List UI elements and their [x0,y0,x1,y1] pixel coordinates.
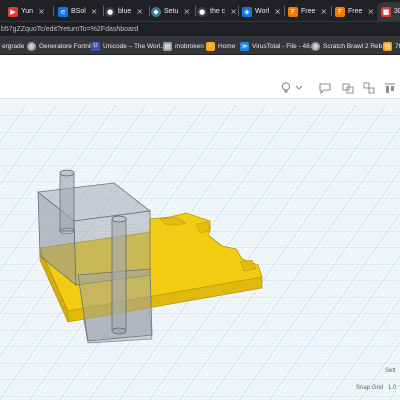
bookmark-label: 7th [395,42,400,50]
bookmark-1[interactable]: ergrade [2,40,24,52]
free-icon: F [288,6,298,17]
tab-title: Free [348,8,363,15]
close-icon[interactable]: × [136,7,143,16]
hole-cylinder-left[interactable] [59,169,75,235]
tab-title: Free [301,8,316,15]
globe-icon: ◍ [27,41,36,51]
tab-8[interactable]: F Free × [331,2,379,21]
snap-grid-value[interactable]: 1.0 [388,385,396,391]
tab-9-active[interactable]: ■ 3D [377,2,400,21]
tab-title: 3D [394,8,400,15]
bookmarks-bar: ergrade ◍ Generatore Fortnite U Unicode … [0,37,400,55]
address-bar[interactable]: b57gZZquoTc/edit?returnTo=%2Fdashboard [0,22,400,36]
browser-toolbar: b57gZZquoTc/edit?returnTo=%2Fdashboard [0,21,400,37]
tab-1[interactable]: ▶ Yun × [4,2,52,21]
bookmark-label: Generatore Fortnite [39,42,96,50]
tab-title: blue [118,8,132,15]
dropdown-arrow-icon[interactable] [295,81,303,95]
tab-4[interactable]: ◆ Setu × [147,2,195,21]
hole-cylinder-right[interactable] [111,215,127,335]
browser-tab-strip: ▶ Yun × e BSol × ● blue × ◆ Setu × ● the… [0,0,400,21]
bookmark-2[interactable]: ◍ Generatore Fortnite [27,40,96,52]
close-icon[interactable]: × [367,7,374,16]
close-icon[interactable]: × [91,7,98,16]
tab-title: Yun [21,8,34,15]
tinkercad-editor [0,55,400,400]
globe-icon: ◍ [311,41,320,51]
bookmark-label: mobroken [175,42,204,50]
setup-icon: ◆ [151,6,161,17]
home-icon: ⌂ [206,41,215,51]
tab-7[interactable]: F Free × [284,2,332,21]
shield-icon: ◈ [242,6,252,17]
edge-icon: e [58,6,68,17]
bookmark-label: Unicode – The Worl... [103,42,166,50]
bookmark-6[interactable]: ≫ VirusTotal - File - 48... [240,40,315,52]
tab-title: BSol [71,8,86,15]
tab-title: the c [210,8,226,15]
ungroup-icon[interactable] [362,81,376,95]
align-icon[interactable] [383,81,397,95]
tab-5[interactable]: ● the c × [193,2,241,21]
bookmark-label: ergrade [2,42,25,50]
close-icon[interactable]: × [320,7,327,16]
editor-toolbar [0,55,400,99]
bookmark-8[interactable]: ▤ 7th [383,40,400,52]
bookmark-label: Scratch Brawl 2 Reb... [323,42,388,50]
bookmark-7[interactable]: ◍ Scratch Brawl 2 Reb... [311,40,388,52]
tab-2[interactable]: e BSol × [54,2,102,21]
github-icon: ● [105,6,115,17]
settings-label[interactable]: Sett [385,368,396,374]
close-icon[interactable]: × [38,7,45,16]
free-icon: F [335,6,345,17]
lightbulb-icon[interactable] [279,81,293,95]
youtube-icon: ▶ [8,6,18,17]
close-icon[interactable]: × [230,7,237,16]
bookmark-3[interactable]: U Unicode – The Worl... [91,40,166,52]
workplane-3d-view[interactable] [0,99,400,400]
snap-grid-label: Snap Grid [356,385,384,391]
bookmark-label: Home [218,42,236,50]
url-text: b57gZZquoTc/edit?returnTo=%2Fdashboard [1,25,139,33]
group-icon[interactable] [341,81,355,95]
tab-title: Worl [255,8,270,15]
close-icon[interactable]: × [274,7,281,16]
close-icon[interactable]: × [183,7,190,16]
unicode-icon: U [91,41,100,51]
tab-title: Setu [164,8,179,15]
bookmark-4[interactable]: ▤ mobroken [163,40,204,52]
bookmark-label: VirusTotal - File - 48... [252,42,316,50]
page-icon: ▤ [383,41,392,51]
page-icon: ▤ [163,41,172,51]
github-icon: ● [197,6,207,17]
bookmark-5[interactable]: ⌂ Home [206,40,235,52]
tab-6[interactable]: ◈ Worl × [238,2,286,21]
speech-bubble-icon[interactable] [318,81,332,95]
virustotal-icon: ≫ [240,41,249,51]
tinkercad-icon: ■ [381,6,391,17]
tab-3[interactable]: ● blue × [101,2,149,21]
